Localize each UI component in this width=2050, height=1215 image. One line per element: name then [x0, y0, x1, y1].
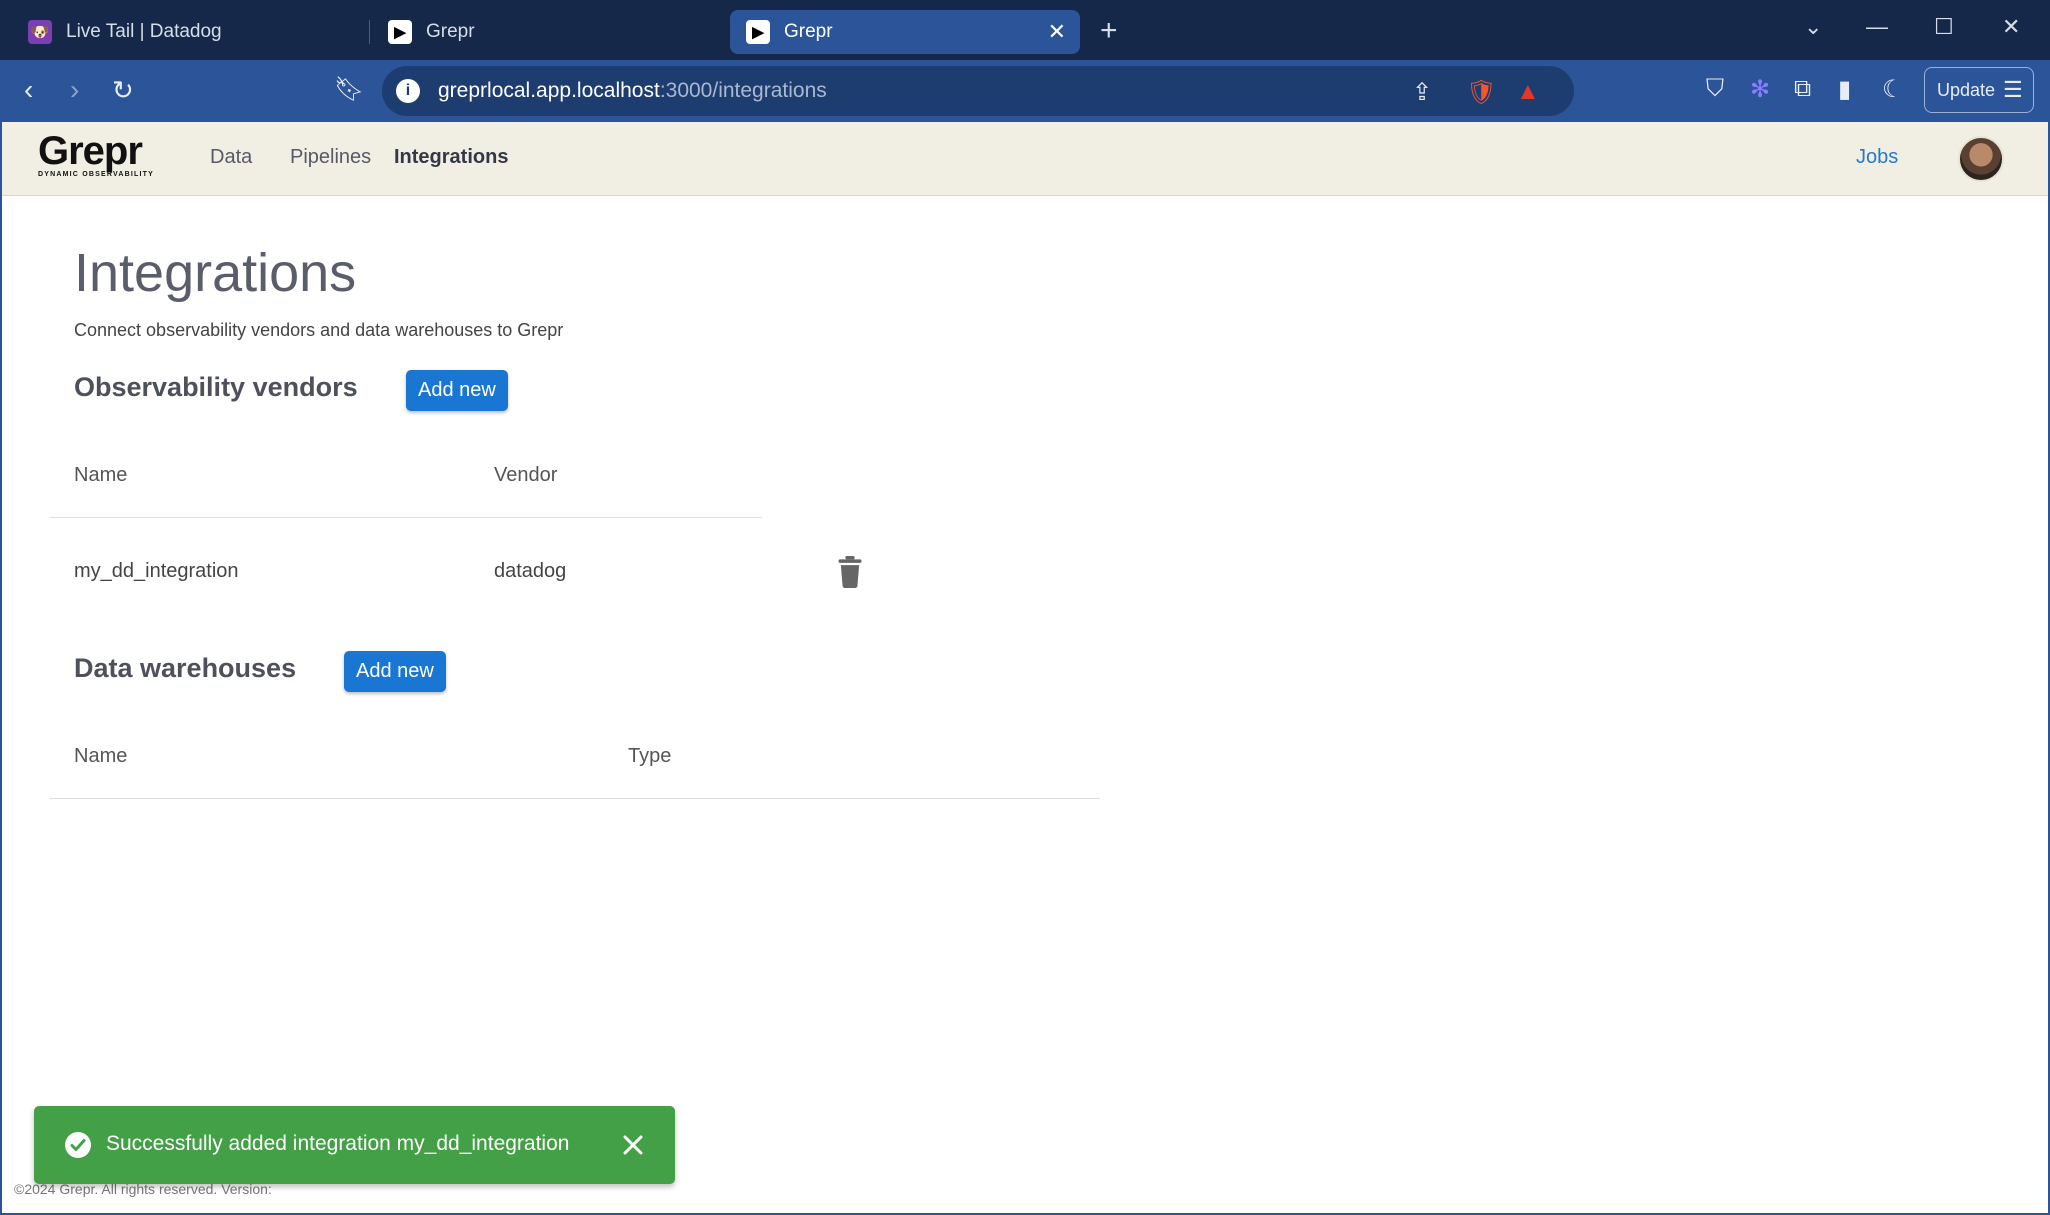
reload-icon[interactable]: ↻ [112, 72, 134, 108]
back-icon[interactable]: ‹ [24, 72, 33, 108]
sidebar-toggle-icon[interactable]: ▮ [1838, 75, 1851, 104]
tab-title: Grepr [426, 21, 475, 42]
tab-grepr-1[interactable]: ▶ Grepr [372, 10, 724, 54]
user-avatar[interactable] [1958, 136, 2004, 182]
tab-grepr-active[interactable]: ▶ Grepr ✕ [730, 10, 1080, 54]
grepr-favicon-icon: ▶ [746, 20, 770, 44]
vendors-col-name: Name [74, 464, 128, 486]
extension-shield-icon[interactable]: ⛉ [1706, 75, 1724, 103]
extensions-puzzle-icon[interactable]: ⧉ [1794, 75, 1811, 103]
page-title: Integrations [74, 243, 357, 303]
add-warehouse-button[interactable]: Add new [344, 651, 446, 692]
vendor-row-name: my_dd_integration [74, 560, 239, 582]
tab-live-tail-datadog[interactable]: 🐶 Live Tail | Datadog [12, 10, 370, 54]
update-button[interactable]: Update ☰ [1924, 67, 2034, 113]
hamburger-menu-icon: ☰ [2003, 77, 2023, 102]
url-text: greprlocal.app.localhost:3000/integratio… [438, 79, 827, 102]
logo-tagline: DYNAMIC OBSERVABILITY [38, 171, 154, 178]
nav-pipelines[interactable]: Pipelines [290, 146, 371, 169]
page-subtitle: Connect observability vendors and data w… [74, 320, 564, 340]
success-toast: Successfully added integration my_dd_int… [34, 1106, 675, 1184]
page: Grepr DYNAMIC OBSERVABILITY Data Pipelin… [2, 122, 2048, 1213]
add-vendor-button[interactable]: Add new [406, 370, 508, 411]
delete-trash-icon[interactable] [836, 556, 864, 588]
nav-data[interactable]: Data [210, 146, 252, 169]
warehouses-header-divider [50, 798, 1100, 799]
extension-sparkle-icon[interactable]: ✻ [1750, 75, 1770, 104]
browser-toolbar: ‹ › ↻ 🔖︎ i greprlocal.app.localhost:3000… [0, 60, 2050, 122]
warehouses-col-name: Name [74, 745, 128, 767]
check-circle-icon [65, 1132, 91, 1158]
minimize-icon[interactable]: — [1866, 14, 1888, 40]
bookmark-icon[interactable]: 🔖︎ [334, 72, 364, 108]
warehouses-col-type: Type [628, 745, 672, 767]
address-bar[interactable]: i greprlocal.app.localhost:3000/integrat… [382, 66, 1574, 116]
vendors-col-vendor: Vendor [494, 464, 558, 486]
brave-rewards-icon[interactable]: ▲ [1516, 78, 1540, 106]
grepr-logo[interactable]: Grepr DYNAMIC OBSERVABILITY [38, 129, 154, 178]
leo-ai-icon[interactable]: ☾ [1882, 75, 1904, 104]
site-info-icon[interactable]: i [396, 79, 420, 103]
maximize-icon[interactable]: ☐ [1934, 14, 1954, 40]
warehouses-heading: Data warehouses [74, 653, 297, 683]
datadog-favicon-icon: 🐶 [28, 20, 52, 44]
close-tab-icon[interactable]: ✕ [1048, 19, 1066, 45]
tab-title: Live Tail | Datadog [66, 21, 222, 42]
close-window-icon[interactable]: ✕ [2002, 14, 2020, 40]
tab-search-chevron-icon[interactable]: ⌄ [1804, 14, 1822, 40]
share-icon[interactable]: ⇪ [1412, 78, 1432, 107]
browser-tab-bar: 🐶 Live Tail | Datadog ▶ Grepr ▶ Grepr ✕ … [0, 0, 2050, 60]
nav-jobs[interactable]: Jobs [1856, 146, 1898, 169]
logo-word: Grepr [38, 129, 143, 173]
brave-shields-icon[interactable]: 🛡︎ [1466, 78, 1496, 107]
app-navbar: Grepr DYNAMIC OBSERVABILITY Data Pipelin… [2, 122, 2048, 196]
toast-message: Successfully added integration my_dd_int… [106, 1132, 570, 1155]
close-icon[interactable] [618, 1130, 648, 1160]
forward-icon[interactable]: › [70, 72, 79, 108]
nav-integrations[interactable]: Integrations [394, 146, 508, 169]
vendors-heading: Observability vendors [74, 372, 358, 402]
tab-title: Grepr [784, 21, 833, 42]
new-tab-icon[interactable]: + [1100, 14, 1118, 48]
vendors-header-divider [50, 517, 762, 518]
update-label: Update [1937, 79, 1996, 100]
grepr-favicon-icon: ▶ [388, 20, 412, 44]
vendor-row-vendor: datadog [494, 560, 567, 582]
